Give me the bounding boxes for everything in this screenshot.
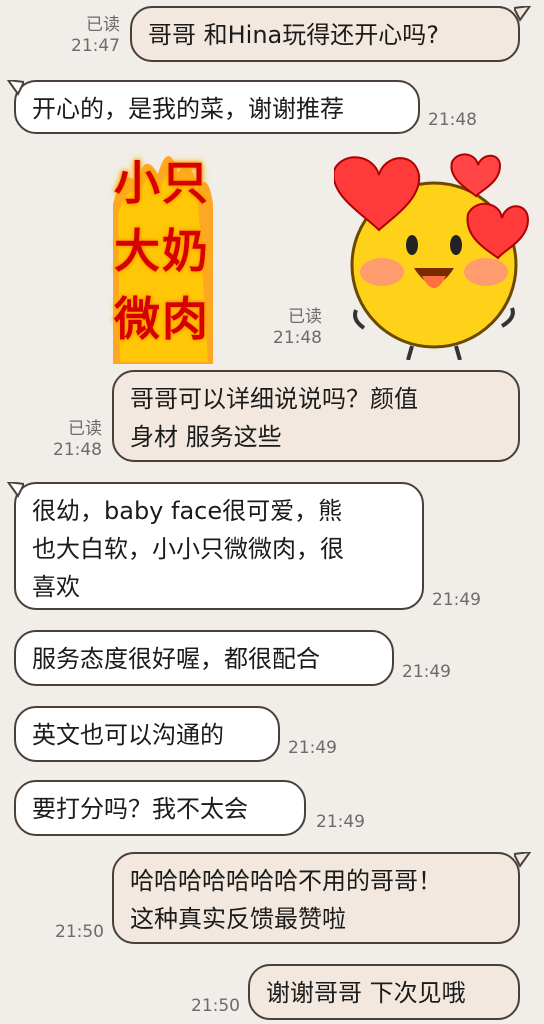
timestamp: 21:50: [191, 996, 240, 1016]
chat-bubble-incoming[interactable]: 很幼，baby face很可爱，熊 也大白软，小小只微微肉，很 喜欢: [14, 482, 424, 610]
chat-bubble-incoming[interactable]: 要打分吗？我不太会: [14, 780, 306, 836]
timestamp: 21:49: [402, 662, 451, 682]
sticker-line: 微肉: [114, 292, 210, 346]
chat-bubble-incoming[interactable]: 服务态度很好喔，都很配合: [14, 630, 394, 686]
bubble-tail-icon: [6, 482, 24, 498]
sticker-line: 大奶: [114, 224, 210, 278]
read-status: 已读: [86, 15, 120, 35]
timestamp: 21:48: [53, 440, 102, 460]
bubble-tail-icon: [514, 852, 532, 868]
heart-eyes-emoji-icon: [332, 153, 530, 361]
read-status: 已读: [288, 307, 322, 327]
timestamp: 21:47: [71, 36, 120, 56]
timestamp: 21:49: [288, 738, 337, 758]
read-status: 已读: [68, 419, 102, 439]
chat-bubble-outgoing[interactable]: 谢谢哥哥 下次见哦: [248, 964, 520, 1020]
timestamp: 21:50: [55, 922, 104, 942]
chat-bubble-outgoing[interactable]: 哈哈哈哈哈哈哈不用的哥哥！ 这种真实反馈最赞啦: [112, 852, 520, 944]
heart-eyes-emoji-sticker[interactable]: [332, 150, 530, 361]
fire-text-sticker[interactable]: 小只 大奶 微肉: [108, 134, 218, 370]
chat-bubble-outgoing[interactable]: 哥哥 和Hina玩得还开心吗?: [130, 6, 520, 62]
sticker-line: 小只: [114, 156, 210, 210]
timestamp: 21:48: [273, 328, 322, 348]
chat-bubble-incoming[interactable]: 英文也可以沟通的: [14, 706, 280, 762]
timestamp: 21:49: [316, 812, 365, 832]
bubble-tail-icon: [514, 6, 532, 22]
timestamp: 21:49: [432, 590, 481, 610]
chat-bubble-outgoing[interactable]: 哥哥可以详细说说吗？颜值 身材 服务这些: [112, 370, 520, 462]
timestamp: 21:48: [428, 110, 477, 130]
chat-bubble-incoming[interactable]: 开心的，是我的菜，谢谢推荐: [14, 80, 420, 134]
bubble-tail-icon: [6, 80, 24, 96]
